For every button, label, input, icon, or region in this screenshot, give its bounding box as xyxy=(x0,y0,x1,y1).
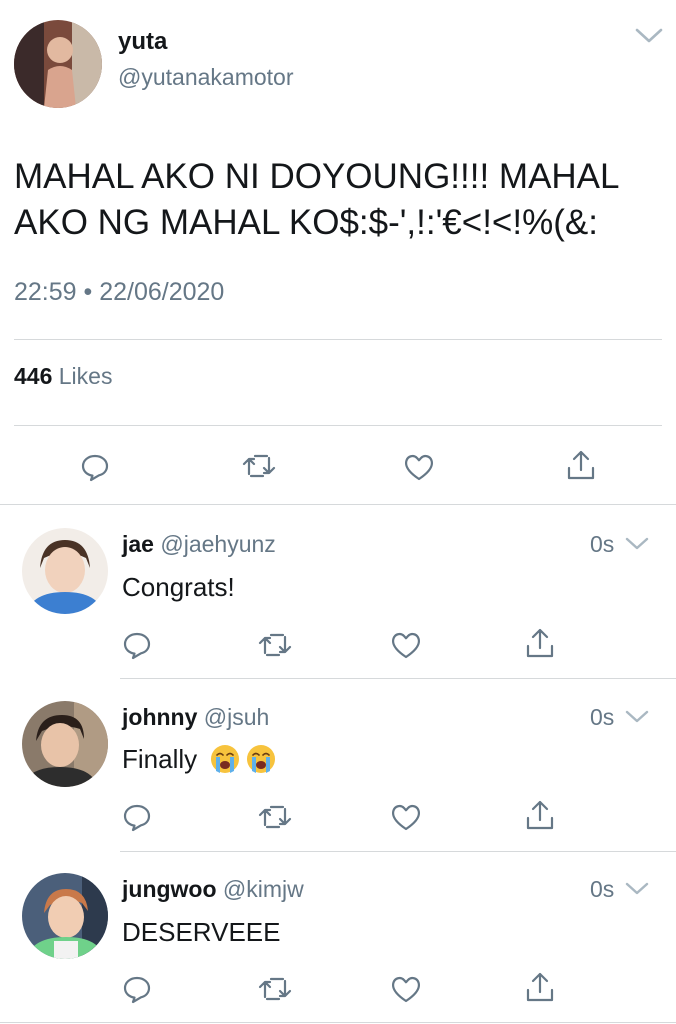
avatar[interactable] xyxy=(14,20,102,108)
likes-summary[interactable]: 446 Likes xyxy=(14,363,112,390)
divider xyxy=(120,678,676,679)
user-handle[interactable]: @jaehyunz xyxy=(160,531,275,557)
tweet-text-line: AKO NG MAHAL KO$:$-',!:'€<!<!%(&: xyxy=(14,203,598,242)
chevron-down-icon[interactable] xyxy=(624,709,650,725)
chevron-down-icon[interactable] xyxy=(634,27,664,45)
loudly-crying-face-icon xyxy=(210,744,240,774)
avatar[interactable] xyxy=(22,873,108,959)
display-name[interactable]: johnny xyxy=(122,704,197,730)
reply-time: 0s xyxy=(590,704,615,730)
speech-bubble-icon[interactable] xyxy=(122,630,152,660)
likes-count: 446 xyxy=(14,363,53,389)
reply-header: jungwoo @kimjw xyxy=(122,876,304,903)
divider xyxy=(14,339,662,340)
reply-time: 0s xyxy=(590,876,615,902)
reply-text-row: Finally xyxy=(122,744,276,775)
reply-header: johnny @jsuh xyxy=(122,704,269,731)
user-handle[interactable]: @kimjw xyxy=(223,876,304,902)
tweet-text-line: MAHAL AKO NI DOYOUNG!!!! MAHAL xyxy=(14,157,620,196)
share-icon[interactable] xyxy=(524,798,556,832)
likes-label: Likes xyxy=(58,363,113,389)
share-icon[interactable] xyxy=(565,448,597,482)
divider xyxy=(120,851,676,852)
display-name[interactable]: jae xyxy=(122,531,154,557)
loudly-crying-face-icon xyxy=(246,744,276,774)
reply-text: Congrats! xyxy=(122,572,235,602)
retweet-icon[interactable] xyxy=(242,452,276,480)
tweet-text: MAHAL AKO NI DOYOUNG!!!! MAHAL AKO NG MA… xyxy=(14,154,674,246)
user-handle[interactable]: @jsuh xyxy=(204,704,270,730)
share-icon[interactable] xyxy=(524,626,556,660)
display-name[interactable]: yuta xyxy=(118,28,167,56)
tweet-timestamp[interactable]: 22:59 • 22/06/2020 xyxy=(14,278,224,307)
reply-text: Finally xyxy=(122,744,198,774)
speech-bubble-icon[interactable] xyxy=(122,974,152,1004)
chevron-down-icon[interactable] xyxy=(624,536,650,552)
avatar[interactable] xyxy=(22,701,108,787)
retweet-icon[interactable] xyxy=(258,975,292,1003)
reply-time: 0s xyxy=(590,531,615,557)
user-handle[interactable]: @yutanakamotor xyxy=(118,64,294,91)
heart-icon[interactable] xyxy=(390,802,422,832)
reply-header: jae @jaehyunz xyxy=(122,531,276,558)
display-name[interactable]: jungwoo xyxy=(122,876,217,902)
speech-bubble-icon[interactable] xyxy=(122,802,152,832)
heart-icon[interactable] xyxy=(390,974,422,1004)
divider xyxy=(0,504,676,505)
heart-icon[interactable] xyxy=(403,452,435,482)
retweet-icon[interactable] xyxy=(258,803,292,831)
divider xyxy=(14,425,662,426)
retweet-icon[interactable] xyxy=(258,631,292,659)
heart-icon[interactable] xyxy=(390,630,422,660)
speech-bubble-icon[interactable] xyxy=(80,452,110,482)
reply-text: DESERVEEE xyxy=(122,917,281,947)
share-icon[interactable] xyxy=(524,970,556,1004)
divider xyxy=(0,1022,676,1023)
chevron-down-icon[interactable] xyxy=(624,881,650,897)
avatar[interactable] xyxy=(22,528,108,614)
